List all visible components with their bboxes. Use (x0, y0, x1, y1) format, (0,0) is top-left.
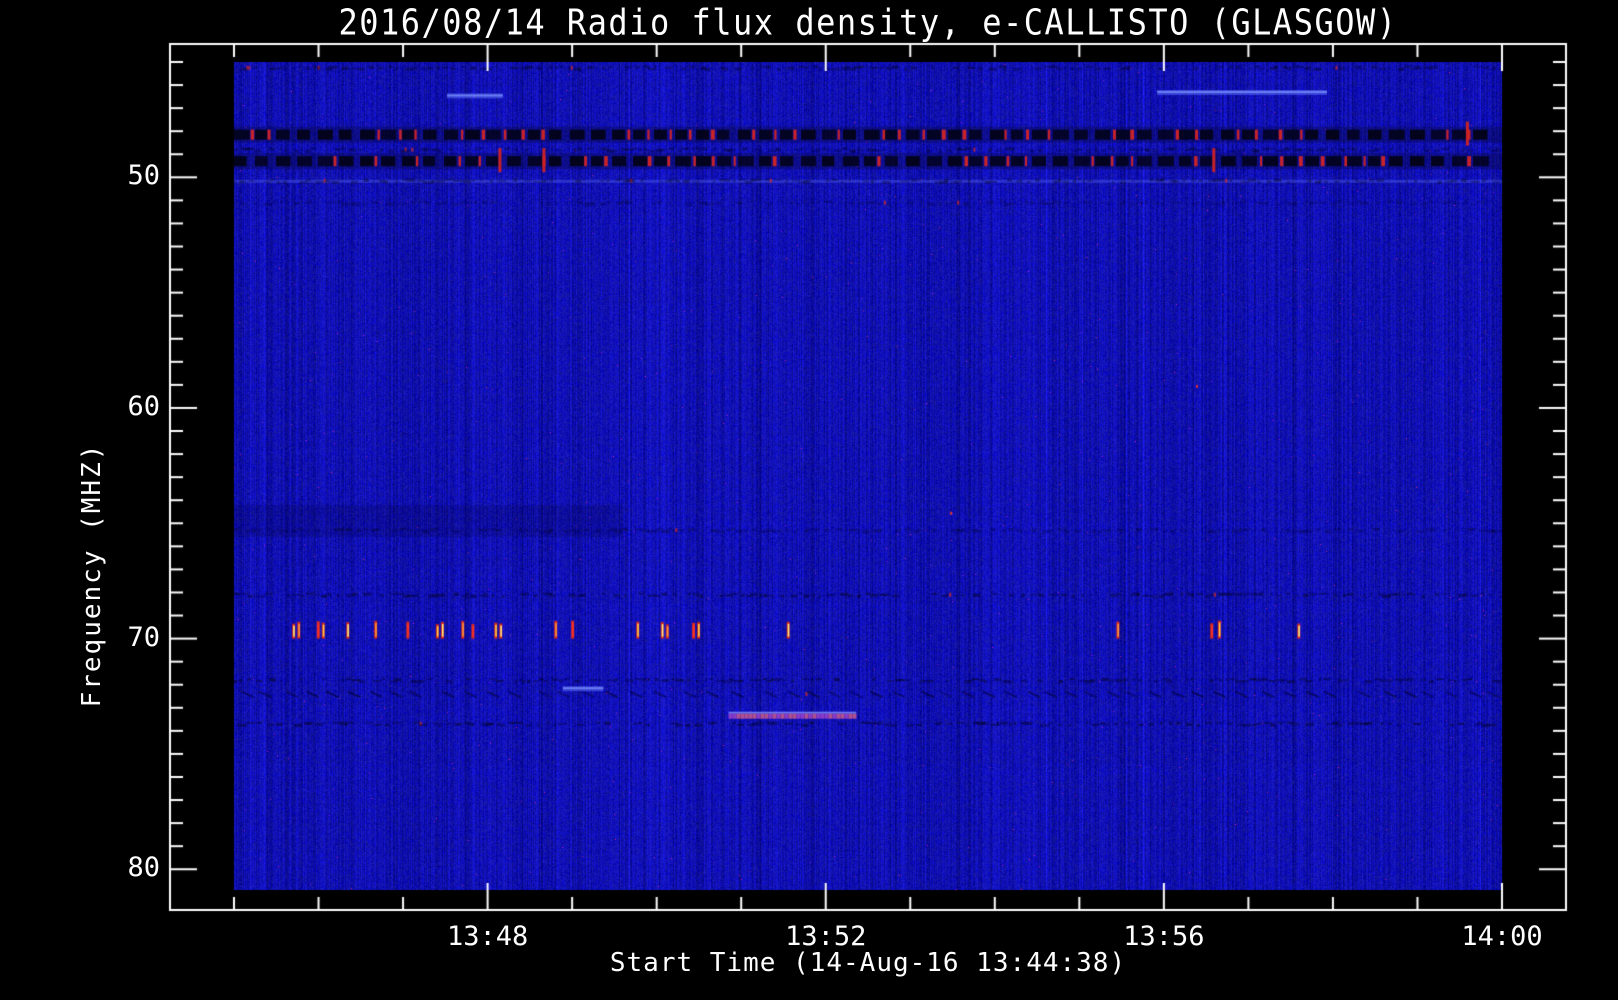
y-tick-label: 80 (127, 852, 160, 884)
y-tick-label: 50 (127, 160, 160, 192)
x-tick-label: 13:56 (1123, 921, 1205, 952)
spectrogram-window: 2016/08/14 Radio flux density, e-CALLIST… (0, 0, 1618, 1000)
x-tick-label: 13:52 (785, 921, 867, 952)
x-tick-label: 13:48 (446, 921, 529, 952)
y-axis-label: Frequency (MHZ) (77, 442, 107, 708)
x-tick-label: 14:00 (1461, 921, 1543, 952)
chart-title: 2016/08/14 Radio flux density, e-CALLIST… (338, 1, 1398, 44)
y-tick-label: 70 (127, 621, 160, 653)
spectrogram-canvas (0, 0, 1618, 1000)
y-tick-label: 60 (127, 390, 160, 422)
x-axis-label: Start Time (14-Aug-16 13:44:38) (609, 948, 1127, 978)
